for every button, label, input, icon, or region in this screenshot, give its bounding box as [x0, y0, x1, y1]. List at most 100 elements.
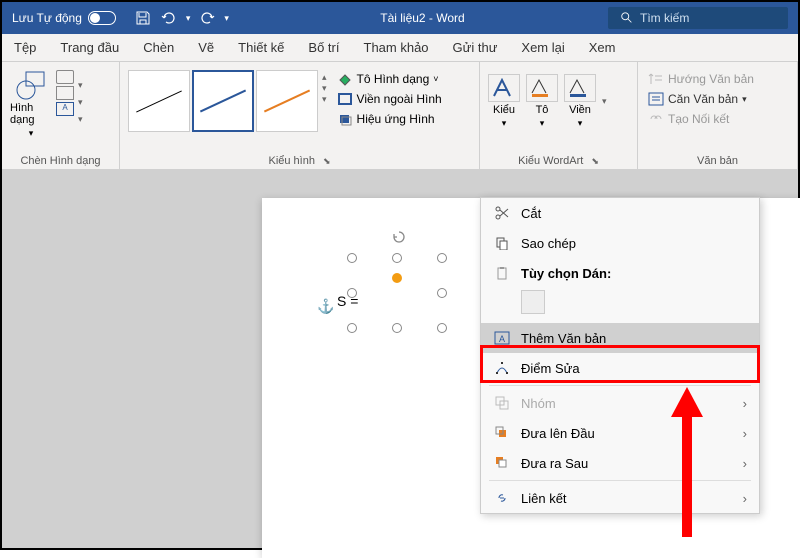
style-option-1[interactable] [128, 70, 190, 132]
menu-send-back-label: Đưa ra Sau [521, 456, 588, 471]
tab-references[interactable]: Tham khảo [352, 34, 441, 61]
gallery-down-icon[interactable]: ▾ [322, 83, 327, 94]
title-bar: Lưu Tự động ▾ ▾ Tài liệu2 - Word Tìm kiế… [2, 2, 798, 34]
rotate-handle-icon[interactable] [392, 230, 404, 242]
menu-cut[interactable]: Cắt [481, 198, 759, 228]
shape-effects-button[interactable]: Hiệu ứng Hình [335, 110, 444, 128]
resize-handle[interactable] [347, 253, 357, 263]
shape-mini-3[interactable]: A [56, 102, 74, 116]
menu-bring-front[interactable]: Đưa lên Đầu › [481, 418, 759, 448]
text-link-button[interactable]: Tạo Nối kết [646, 110, 789, 128]
tab-layout[interactable]: Bố trí [296, 34, 351, 61]
resize-handle[interactable] [392, 253, 402, 263]
resize-handle[interactable] [437, 288, 447, 298]
save-icon[interactable] [134, 9, 152, 27]
group-insert-shapes: Hình dạng ▾ A ▾ ▾ ▾ Chèn Hình dạng [2, 62, 120, 169]
redo-icon[interactable] [198, 9, 216, 27]
menu-copy-label: Sao chép [521, 236, 576, 251]
equation-text: S = [337, 293, 358, 309]
chevron-right-icon: › [743, 491, 747, 506]
chevron-right-icon: › [743, 426, 747, 441]
text-direction-button[interactable]: Hướng Văn bản [646, 70, 789, 88]
autosave-switch[interactable] [88, 11, 116, 25]
group-shape-styles: ▴ ▾ ▾ Tô Hình dạng ˅ Viền ngoài Hình Hiệ… [120, 62, 480, 169]
menu-group: Nhóm › [481, 388, 759, 418]
clipboard-icon [493, 265, 511, 281]
gallery-up-icon[interactable]: ▴ [322, 72, 327, 83]
link-icon [493, 490, 511, 506]
wordart-more-icon[interactable]: ▾ [602, 96, 607, 107]
resize-handle[interactable] [347, 323, 357, 333]
qat-customize-icon[interactable]: ▾ [224, 13, 229, 24]
tab-review[interactable]: Xem lại [509, 34, 576, 61]
search-box[interactable]: Tìm kiếm [608, 7, 788, 29]
shapes-button[interactable]: Hình dạng ▾ [10, 66, 52, 139]
shape-mini-1[interactable] [56, 70, 74, 84]
context-menu: Cắt Sao chép Tùy chọn Dán: A Thêm Văn bả… [480, 197, 760, 514]
tab-insert[interactable]: Chèn [131, 34, 186, 61]
group-shapes-label: Chèn Hình dạng [20, 155, 100, 167]
group-styles-label: Kiểu hình [268, 155, 314, 167]
wordart-style[interactable]: Kiểu▾ [488, 74, 520, 129]
group-wordart: Kiểu▾ Tô▾ Viền▾ ▾ Kiểu WordArt ⬊ [480, 62, 638, 169]
text-align-button[interactable]: Căn Văn bản ▾ [646, 90, 789, 108]
group-wordart-label: Kiểu WordArt [518, 155, 583, 167]
resize-handle[interactable] [392, 323, 402, 333]
group-text: Hướng Văn bản Căn Văn bản ▾ Tạo Nối kết … [638, 62, 798, 169]
wordart-outline[interactable]: Viền▾ [564, 74, 596, 129]
edit-points-icon [493, 360, 511, 376]
bring-front-icon [493, 425, 511, 441]
shape-fill-button[interactable]: Tô Hình dạng ˅ [335, 70, 444, 88]
chevron-right-icon: › [743, 396, 747, 411]
menu-edit-points[interactable]: Điểm Sửa [481, 353, 759, 383]
menu-copy[interactable]: Sao chép [481, 228, 759, 258]
paste-option-buttons [481, 288, 759, 323]
autosave-label: Lưu Tự động [12, 11, 82, 25]
menu-group-label: Nhóm [521, 396, 556, 411]
menu-link[interactable]: Liên kết › [481, 483, 759, 513]
menu-add-text[interactable]: A Thêm Văn bản [481, 323, 759, 353]
search-placeholder: Tìm kiếm [640, 11, 689, 25]
ribbon: Hình dạng ▾ A ▾ ▾ ▾ Chèn Hình dạng [2, 62, 798, 170]
send-back-icon [493, 455, 511, 471]
menu-link-label: Liên kết [521, 491, 567, 506]
ribbon-tabs: Tệp Trang đầu Chèn Vẽ Thiết kế Bố trí Th… [2, 34, 798, 62]
shape-mini-2[interactable] [56, 86, 74, 100]
dialog-launcher-icon[interactable]: ⬊ [591, 156, 599, 167]
tab-draw[interactable]: Vẽ [186, 34, 226, 61]
undo-dropdown-icon[interactable]: ▾ [186, 13, 191, 24]
tab-home[interactable]: Trang đầu [48, 34, 131, 61]
menu-edit-points-label: Điểm Sửa [521, 361, 580, 376]
style-option-2[interactable] [192, 70, 254, 132]
chevron-down-icon[interactable]: ▾ [78, 80, 83, 91]
shapes-label: Hình dạng [10, 102, 52, 126]
wordart-fill[interactable]: Tô▾ [526, 74, 558, 129]
chevron-down-icon[interactable]: ▾ [78, 114, 83, 125]
tab-mailings[interactable]: Gửi thư [441, 34, 510, 61]
textbox-icon: A [493, 330, 511, 346]
search-icon [620, 11, 634, 25]
tab-design[interactable]: Thiết kế [226, 34, 296, 61]
copy-icon [493, 235, 511, 251]
quick-access-toolbar: ▾ ▾ [126, 9, 237, 27]
shape-style-gallery[interactable]: ▴ ▾ ▾ [128, 66, 329, 132]
group-text-label: Văn bản [697, 155, 738, 167]
style-option-3[interactable] [256, 70, 318, 132]
resize-handle[interactable] [437, 323, 447, 333]
paste-option-1[interactable] [521, 290, 545, 314]
menu-bring-front-label: Đưa lên Đầu [521, 426, 595, 441]
gallery-more-icon[interactable]: ▾ [322, 94, 327, 105]
adjustment-handle[interactable] [392, 273, 402, 283]
resize-handle[interactable] [437, 253, 447, 263]
tab-view[interactable]: Xem [577, 34, 628, 61]
tab-file[interactable]: Tệp [2, 34, 48, 61]
svg-text:A: A [499, 334, 505, 344]
chevron-down-icon[interactable]: ▾ [78, 97, 83, 108]
selected-shape[interactable] [352, 258, 442, 328]
document-title: Tài liệu2 - Word [237, 11, 608, 25]
undo-icon[interactable] [160, 9, 178, 27]
shape-outline-button[interactable]: Viền ngoài Hình [335, 90, 444, 108]
menu-send-back[interactable]: Đưa ra Sau › [481, 448, 759, 478]
dialog-launcher-icon[interactable]: ⬊ [323, 156, 331, 167]
autosave-toggle[interactable]: Lưu Tự động [2, 11, 126, 25]
